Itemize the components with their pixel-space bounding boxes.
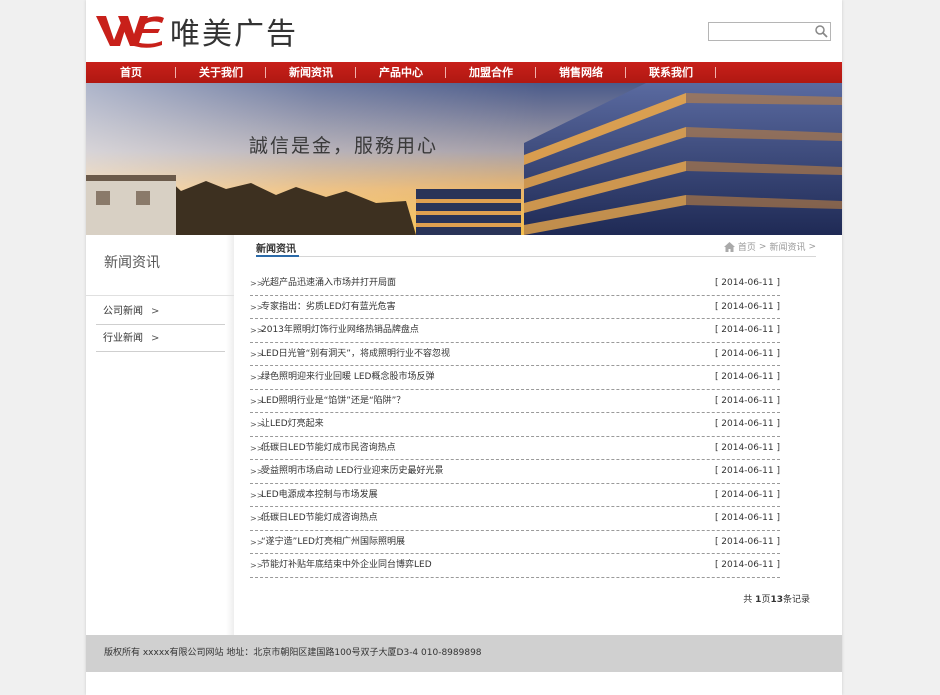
news-date: [ 2014-06-11 ] [714,372,780,382]
nav-item-news[interactable]: 新闻资讯 [266,62,356,83]
nav-item-home[interactable]: 首页 [86,62,176,83]
pager-count-label: 条记录 [782,595,810,605]
news-date: [ 2014-06-11 ] [714,419,780,429]
nav-item-about[interactable]: 关于我们 [176,62,266,83]
chevron-right-icon: > [151,306,160,317]
news-row[interactable]: >> 2013年照明灯饰行业网络热销品牌盘点[ 2014-06-11 ] [250,319,780,343]
news-row[interactable]: >> 让LED灯亮起来[ 2014-06-11 ] [250,413,780,437]
footer: 版权所有 xxxxx有限公司网站 地址：北京市朝阳区建国路100号双子大厦D3-… [86,635,842,672]
news-title[interactable]: 低碳日LED节能灯成咨询热点 [261,507,378,530]
news-date: [ 2014-06-11 ] [714,325,780,335]
news-row[interactable]: >> 专家指出：劣质LED灯有蓝光危害[ 2014-06-11 ] [250,296,780,319]
chevron-right-icon: > [151,333,160,344]
banner-slogan: 誠信是金，服務用心 [249,135,439,157]
brand-name: 唯美广告 [170,17,298,52]
logo[interactable]: 唯美广告 [96,12,298,52]
nav-divider [715,67,716,78]
breadcrumb-home[interactable]: 首页 [738,240,756,253]
breadcrumb: 首页 > 新闻资讯 > [723,240,816,253]
nav-label: 首页 [120,66,142,79]
news-title[interactable]: 节能灯补贴年底结束中外企业同台博弈LED [261,554,432,577]
news-title[interactable]: 光超产品迅速涌入市场并打开局面 [261,272,396,295]
news-date: [ 2014-06-11 ] [714,536,780,547]
news-date: [ 2014-06-11 ] [714,348,780,359]
news-date: [ 2014-06-11 ] [714,301,780,312]
search-box [708,22,831,41]
news-title[interactable]: 受益照明市场启动 LED行业迎来历史最好光景 [261,460,444,483]
page: 唯美广告 首页 关于我们 新闻资讯 产品中心 加盟合作 销售网络 联系我们 誠信… [86,0,842,695]
breadcrumb-current[interactable]: 新闻资讯 [769,240,805,253]
news-row[interactable]: >> 绿色照明迎来行业回暖 LED概念股市场反弹[ 2014-06-11 ] [250,366,780,390]
section-title-divider [256,256,816,257]
news-title[interactable]: “遂宁造”LED灯亮相广州国际照明展 [261,531,405,554]
news-date: [ 2014-06-11 ] [714,278,780,288]
news-date: [ 2014-06-11 ] [714,513,780,523]
news-row[interactable]: >> 节能灯补贴年底结束中外企业同台博弈LED[ 2014-06-11 ] [250,554,780,578]
home-icon [723,241,735,252]
header: 唯美广告 [86,0,842,62]
banner-image [86,83,842,235]
footer-copyright: 版权所有 xxxxx有限公司网站 地址：北京市朝阳区建国路100号双子大厦D3-… [104,648,482,658]
news-row[interactable]: >> LED照明行业是“馅饼”还是“陷阱”？[ 2014-06-11 ] [250,390,780,413]
sidebar-title: 新闻资讯 [104,255,160,271]
news-date: [ 2014-06-11 ] [714,395,780,406]
nav-item-franchise[interactable]: 加盟合作 [446,62,536,83]
sidebar-item-company-news[interactable]: 公司新闻 > [96,299,225,325]
nav-item-sales[interactable]: 销售网络 [536,62,626,83]
news-row[interactable]: >> 光超产品迅速涌入市场并打开局面[ 2014-06-11 ] [250,272,780,296]
sidebar-divider [86,295,234,296]
news-date: [ 2014-06-11 ] [714,489,780,500]
pager-count: 13 [770,595,783,605]
nav-label: 联系我们 [649,66,693,79]
news-title[interactable]: LED照明行业是“馅饼”还是“陷阱”？ [261,390,405,413]
pager-prefix: 共 [743,595,753,605]
news-list: >> 光超产品迅速涌入市场并打开局面[ 2014-06-11 ] >> 专家指出：劣质… [250,272,780,578]
news-date: [ 2014-06-11 ] [714,560,780,570]
nav-label: 新闻资讯 [289,66,333,79]
news-row[interactable]: >> 低碳日LED节能灯成市民咨询热点[ 2014-06-11 ] [250,437,780,460]
news-row[interactable]: >> LED电源成本控制与市场发展[ 2014-06-11 ] [250,484,780,507]
nav-label: 销售网络 [559,66,603,79]
sidebar: 新闻资讯 公司新闻 > 行业新闻 > [86,235,234,635]
news-date: [ 2014-06-11 ] [714,466,780,476]
breadcrumb-separator: > [758,241,767,252]
section-title: 新闻资讯 [256,244,296,255]
sidebar-item-industry-news[interactable]: 行业新闻 > [96,326,225,352]
news-row[interactable]: >> 受益照明市场启动 LED行业迎来历史最好光景[ 2014-06-11 ] [250,460,780,484]
news-row[interactable]: >> “遂宁造”LED灯亮相广州国际照明展[ 2014-06-11 ] [250,531,780,554]
news-title[interactable]: LED日光管“别有洞天”，将成照明行业不容忽视 [261,343,450,366]
news-title[interactable]: LED电源成本控制与市场发展 [261,484,378,507]
nav-item-contact[interactable]: 联系我们 [626,62,716,83]
search-icon [815,25,828,38]
nav-item-products[interactable]: 产品中心 [356,62,446,83]
news-row[interactable]: >> 低碳日LED节能灯成咨询热点[ 2014-06-11 ] [250,507,780,531]
main-content: 新闻资讯 首页 > 新闻资讯 > > > 光超产品迅速涌入市场并打开局面 [ 2014… [250,235,826,635]
search-input[interactable] [709,23,809,40]
nav-label: 关于我们 [199,66,243,79]
news-title[interactable]: 让LED灯亮起来 [261,413,324,436]
nav-label: 加盟合作 [469,66,513,79]
nav-label: 产品中心 [379,66,423,79]
news-title[interactable]: 专家指出：劣质LED灯有蓝光危害 [261,296,396,319]
sidebar-item-label: 公司新闻 [103,306,143,317]
breadcrumb-separator: > [808,241,816,252]
sidebar-item-label: 行业新闻 [103,333,143,344]
we-logo-icon [96,16,164,48]
section-title-underline [256,255,299,257]
pagination-info: 共 1页13条记录 [743,592,810,605]
search-button[interactable] [814,24,829,39]
news-row[interactable]: >> LED日光管“别有洞天”，将成照明行业不容忽视[ 2014-06-11 ] [250,343,780,366]
news-title[interactable]: 低碳日LED节能灯成市民咨询热点 [261,437,396,460]
news-title[interactable]: 绿色照明迎来行业回暖 LED概念股市场反弹 [261,366,435,389]
news-title[interactable]: 2013年照明灯饰行业网络热销品牌盘点 [261,319,419,342]
banner: 誠信是金，服務用心 [86,83,842,235]
main-nav: 首页 关于我们 新闻资讯 产品中心 加盟合作 销售网络 联系我们 [86,62,842,83]
news-date: [ 2014-06-11 ] [714,442,780,453]
